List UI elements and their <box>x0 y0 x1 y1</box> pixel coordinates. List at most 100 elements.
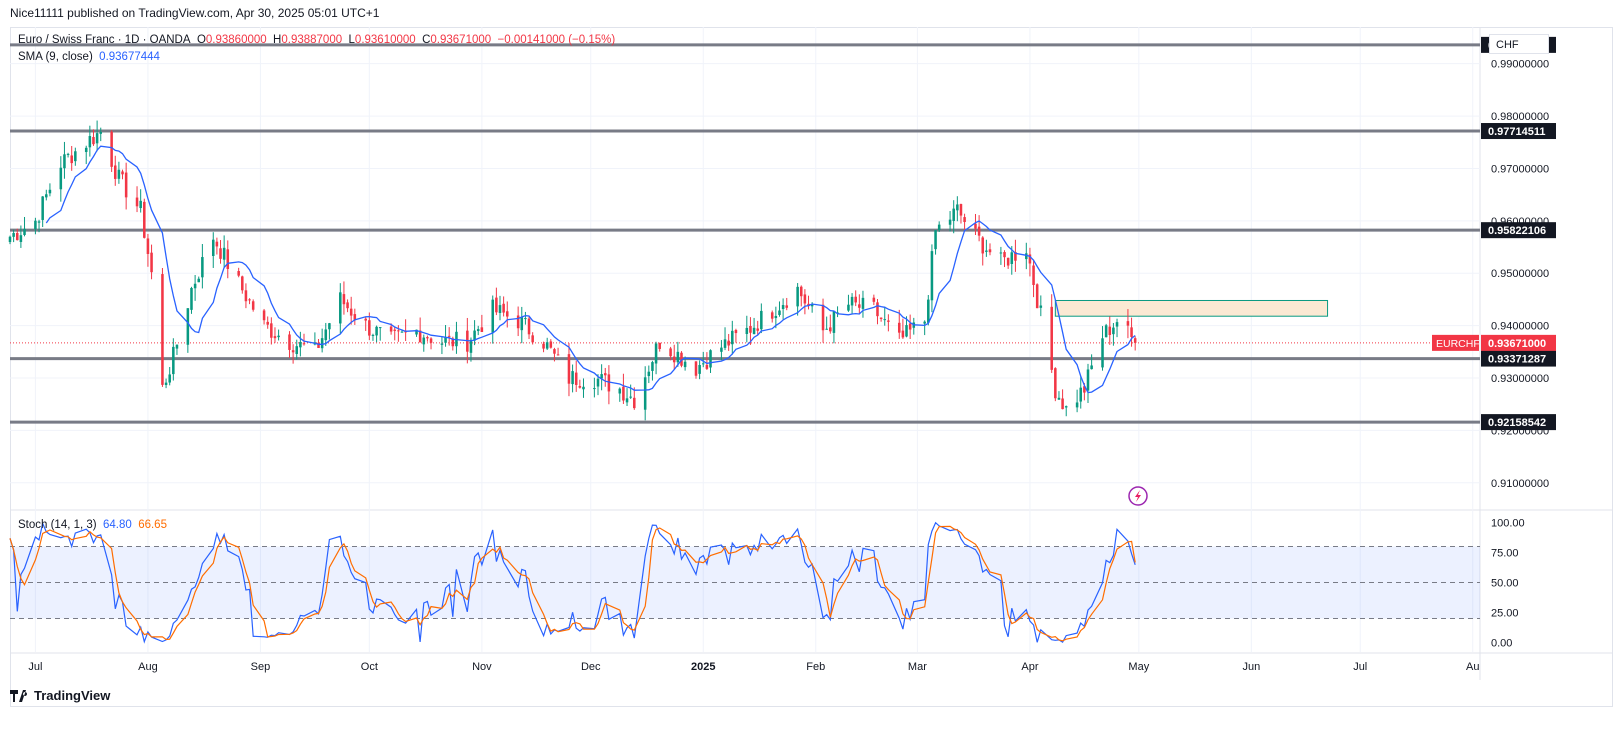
candle-body <box>1010 252 1014 264</box>
candle-body <box>346 302 349 309</box>
stoch-label[interactable]: Stoch (14, 1, 3) <box>18 519 97 531</box>
candle-body <box>168 374 171 383</box>
candle-body <box>760 310 763 330</box>
candle <box>1054 367 1057 402</box>
candle <box>201 244 204 289</box>
candle-body <box>37 221 41 223</box>
candle-body <box>723 339 727 348</box>
time-tick-label: Jul <box>1353 661 1367 673</box>
candle <box>836 306 839 318</box>
tradingview-logo-icon <box>10 689 28 702</box>
candle-body <box>956 204 959 211</box>
candle-body <box>770 312 774 319</box>
symbol-title[interactable]: Euro / Swiss Franc · 1D · OANDA <box>18 34 191 46</box>
candle <box>95 120 99 152</box>
candle-body <box>1061 398 1064 410</box>
candle-body <box>476 329 480 332</box>
candle <box>593 377 596 398</box>
candle-body <box>368 320 371 336</box>
candle-body <box>186 308 190 345</box>
time-tick-label: Jul <box>28 661 42 673</box>
candle-body <box>593 388 596 390</box>
candle-body <box>146 238 150 254</box>
candle <box>1061 389 1064 410</box>
candle-body <box>277 335 280 338</box>
candle-body <box>342 294 346 305</box>
candle <box>226 240 230 279</box>
candle-body <box>1115 322 1119 327</box>
candle <box>364 316 367 331</box>
candle-body <box>527 318 531 335</box>
candle-body <box>172 346 175 375</box>
stoch-d-value: 66.65 <box>138 519 167 531</box>
candle-body <box>701 363 705 365</box>
candle <box>146 233 150 267</box>
candle-body <box>349 308 353 316</box>
candle-body <box>720 347 723 352</box>
candle-body <box>375 326 378 336</box>
candle-body <box>734 330 738 334</box>
stoch-tick-label: 50.00 <box>1491 578 1519 590</box>
candle-body <box>502 303 505 313</box>
candle <box>883 306 887 326</box>
candle <box>375 325 378 343</box>
time-tick-label: Jun <box>1242 661 1260 673</box>
candle <box>273 327 277 343</box>
candle-body <box>861 297 865 309</box>
candle-body <box>1126 321 1130 326</box>
candle-body <box>981 237 985 254</box>
price-tick-label: 0.95000000 <box>1491 268 1549 280</box>
candle <box>1090 354 1093 370</box>
candle <box>1032 259 1035 298</box>
price-tick-label: 0.97000000 <box>1491 163 1549 175</box>
candle-body <box>74 151 77 162</box>
chart-canvas[interactable]: Jul Aug Sep Oct Nov Dec 2025 Feb Mar Apr May Jun Jul… <box>0 0 1623 739</box>
candle-body <box>999 252 1003 254</box>
candle-body <box>948 219 952 225</box>
candle-body <box>1104 325 1108 338</box>
currency-button[interactable]: CHF <box>1489 34 1549 54</box>
candle-body <box>897 322 901 333</box>
candle <box>1112 323 1115 346</box>
candle-body <box>596 378 600 387</box>
candle-body <box>320 338 324 349</box>
candle-body <box>495 297 498 313</box>
candle <box>531 332 534 345</box>
candle <box>502 296 505 317</box>
candle <box>1064 405 1068 417</box>
candle <box>124 162 128 210</box>
candle <box>440 336 444 355</box>
candle-body <box>1064 406 1068 408</box>
candle <box>139 189 142 213</box>
candle-body <box>756 328 759 331</box>
candle-body <box>1133 338 1137 343</box>
candle-body <box>219 248 222 259</box>
candle <box>353 308 357 325</box>
candle-body <box>113 165 117 179</box>
sma-value: 0.93677444 <box>99 51 160 63</box>
time-tick-label: Nov <box>472 661 492 673</box>
candle-body <box>749 325 752 333</box>
candle-body <box>829 327 832 332</box>
candle-body <box>622 386 625 401</box>
candle-body <box>524 318 527 320</box>
sma-label[interactable]: SMA (9, close) <box>18 51 93 63</box>
candle-body <box>447 335 451 337</box>
candle-body <box>397 330 400 332</box>
candle-body <box>934 230 937 250</box>
candle-body <box>211 239 215 256</box>
time-tick-label: Au <box>1466 661 1479 673</box>
candle-body <box>520 317 524 331</box>
candle-body <box>1108 326 1112 335</box>
candle <box>74 147 77 166</box>
candle <box>45 189 48 201</box>
candle-body <box>226 249 230 269</box>
candle-body <box>832 311 836 333</box>
candle <box>84 145 88 165</box>
high-value: 0.93887000 <box>281 34 343 46</box>
candle-body <box>426 337 429 339</box>
candle-body <box>825 328 828 330</box>
candle-body <box>542 343 545 349</box>
footer-brand[interactable]: TradingView <box>10 688 110 703</box>
candle-body <box>1003 252 1006 258</box>
